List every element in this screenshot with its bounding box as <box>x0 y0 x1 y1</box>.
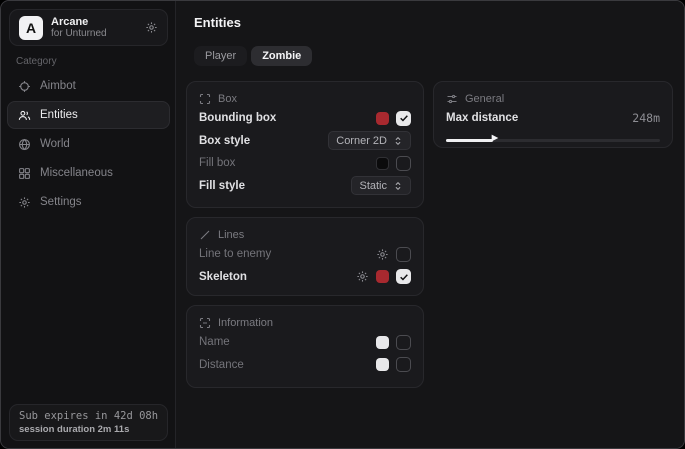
app-subtitle: for Unturned <box>51 28 107 40</box>
general-section-title: General <box>465 93 504 105</box>
sidebar-item-miscellaneous[interactable]: Miscellaneous <box>7 159 170 187</box>
information-section-title: Information <box>218 317 273 329</box>
sidebar-item-label: World <box>40 138 70 150</box>
lines-section-title: Lines <box>218 229 244 241</box>
diagonal-line-icon <box>199 229 211 241</box>
tab-zombie[interactable]: Zombie <box>251 46 312 66</box>
color-swatch-white[interactable] <box>376 336 389 349</box>
chevrons-up-down-icon <box>393 181 403 191</box>
lines-section-header: Lines <box>199 227 411 243</box>
skeleton-checkbox[interactable] <box>396 269 411 284</box>
box-corners-icon <box>199 93 211 105</box>
setting-controls <box>376 247 411 262</box>
globe-icon <box>17 138 31 151</box>
setting-label: Max distance <box>446 112 518 124</box>
setting-label: Box style <box>199 135 250 147</box>
sidebar-item-world[interactable]: World <box>7 130 170 158</box>
tab-bar: Player Zombie <box>194 46 312 66</box>
sidebar-item-label: Aimbot <box>40 80 76 92</box>
sidebar-item-aimbot[interactable]: Aimbot <box>7 72 170 100</box>
app-header: A Arcane for Unturned <box>9 9 168 46</box>
setting-row-name: Name <box>199 331 411 354</box>
scan-text-icon <box>199 317 211 329</box>
setting-row-fill-style: Fill style Static <box>199 175 411 198</box>
row-settings-gear-icon[interactable] <box>356 270 369 283</box>
category-label: Category <box>16 56 57 67</box>
setting-label: Fill box <box>199 157 235 169</box>
color-swatch-red[interactable] <box>376 112 389 125</box>
box-section-title: Box <box>218 93 237 105</box>
setting-row-max-distance: Max distance 248m <box>446 107 660 130</box>
setting-row-line-to-enemy: Line to enemy <box>199 243 411 266</box>
crosshair-icon <box>17 80 31 93</box>
sidebar-item-entities[interactable]: Entities <box>7 101 170 129</box>
chevrons-up-down-icon <box>393 136 403 146</box>
setting-controls <box>376 335 411 350</box>
subscription-info: Sub expires in 42d 08h session duration … <box>9 404 168 441</box>
setting-label: Fill style <box>199 180 245 192</box>
dropdown-value: Corner 2D <box>336 135 387 147</box>
setting-row-bounding-box: Bounding box <box>199 107 411 130</box>
setting-row-fill-box: Fill box <box>199 152 411 175</box>
setting-label: Name <box>199 336 230 348</box>
sidebar-item-label: Entities <box>40 109 78 121</box>
sub-expiry-text: Sub expires in 42d 08h <box>19 409 158 424</box>
fill-box-checkbox[interactable] <box>396 156 411 171</box>
app-name: Arcane <box>51 16 107 28</box>
header-gear-icon[interactable] <box>145 21 158 34</box>
sidebar: A Arcane for Unturned Category Aimbot <box>1 1 176 448</box>
grid-icon <box>17 167 31 180</box>
information-section-header: Information <box>199 315 411 331</box>
gear-icon <box>17 196 31 209</box>
setting-row-skeleton: Skeleton <box>199 266 411 289</box>
sliders-icon <box>446 93 458 105</box>
information-section: Information Name Distance <box>186 305 424 388</box>
app-title-block: Arcane for Unturned <box>51 16 107 40</box>
slider-fill <box>446 139 493 142</box>
setting-row-box-style: Box style Corner 2D <box>199 130 411 153</box>
main-content: Entities Player Zombie Box Bounding box <box>176 1 684 448</box>
color-swatch-white[interactable] <box>376 358 389 371</box>
line-to-enemy-checkbox[interactable] <box>396 247 411 262</box>
box-style-dropdown[interactable]: Corner 2D <box>328 131 411 150</box>
name-checkbox[interactable] <box>396 335 411 350</box>
setting-controls <box>356 269 411 284</box>
box-section-header: Box <box>199 91 411 107</box>
setting-controls <box>376 111 411 126</box>
tab-player[interactable]: Player <box>194 46 247 66</box>
setting-label: Bounding box <box>199 112 276 124</box>
distance-checkbox[interactable] <box>396 357 411 372</box>
setting-label: Skeleton <box>199 271 247 283</box>
general-section: General Max distance 248m <box>433 81 673 148</box>
sidebar-item-settings[interactable]: Settings <box>7 188 170 216</box>
fill-style-dropdown[interactable]: Static <box>351 176 411 195</box>
setting-controls <box>376 156 411 171</box>
lines-section: Lines Line to enemy Skeleton <box>186 217 424 296</box>
max-distance-value: 248m <box>632 111 660 125</box>
page-title: Entities <box>194 15 241 30</box>
bounding-box-checkbox[interactable] <box>396 111 411 126</box>
setting-label: Distance <box>199 359 244 371</box>
color-swatch-black[interactable] <box>376 157 389 170</box>
setting-controls <box>376 357 411 372</box>
dropdown-value: Static <box>359 180 387 192</box>
sidebar-item-label: Settings <box>40 196 82 208</box>
color-swatch-red[interactable] <box>376 270 389 283</box>
setting-row-distance: Distance <box>199 354 411 377</box>
sidebar-item-label: Miscellaneous <box>40 167 113 179</box>
setting-label: Line to enemy <box>199 248 271 260</box>
users-icon <box>17 109 31 122</box>
session-duration-text: session duration 2m 11s <box>19 424 158 436</box>
row-settings-gear-icon[interactable] <box>376 248 389 261</box>
sidebar-nav: Aimbot Entities World Miscellaneous <box>7 72 170 216</box>
general-section-header: General <box>446 91 660 107</box>
app-window: A Arcane for Unturned Category Aimbot <box>0 0 685 449</box>
max-distance-slider[interactable] <box>446 136 660 144</box>
box-section: Box Bounding box Box style Corner 2D <box>186 81 424 208</box>
app-logo: A <box>19 16 43 40</box>
slider-thumb[interactable] <box>491 134 499 142</box>
